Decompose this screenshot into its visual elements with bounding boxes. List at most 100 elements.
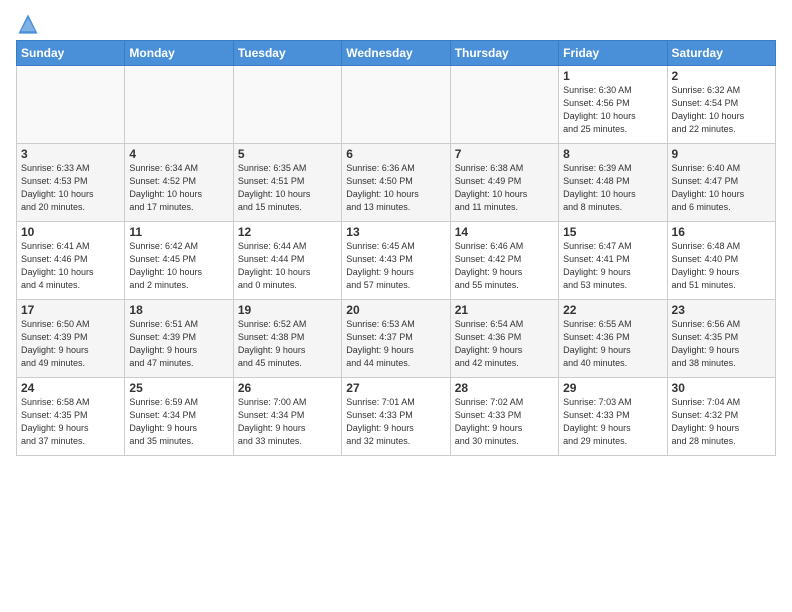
calendar-cell: 5Sunrise: 6:35 AM Sunset: 4:51 PM Daylig… bbox=[233, 144, 341, 222]
calendar-week-row: 3Sunrise: 6:33 AM Sunset: 4:53 PM Daylig… bbox=[17, 144, 776, 222]
calendar-cell: 21Sunrise: 6:54 AM Sunset: 4:36 PM Dayli… bbox=[450, 300, 558, 378]
day-number: 1 bbox=[563, 69, 662, 83]
day-info: Sunrise: 6:33 AM Sunset: 4:53 PM Dayligh… bbox=[21, 162, 120, 214]
day-info: Sunrise: 6:44 AM Sunset: 4:44 PM Dayligh… bbox=[238, 240, 337, 292]
calendar-cell: 23Sunrise: 6:56 AM Sunset: 4:35 PM Dayli… bbox=[667, 300, 775, 378]
day-number: 13 bbox=[346, 225, 445, 239]
day-number: 2 bbox=[672, 69, 771, 83]
calendar-cell: 7Sunrise: 6:38 AM Sunset: 4:49 PM Daylig… bbox=[450, 144, 558, 222]
day-info: Sunrise: 6:38 AM Sunset: 4:49 PM Dayligh… bbox=[455, 162, 554, 214]
calendar-cell bbox=[125, 66, 233, 144]
day-info: Sunrise: 6:35 AM Sunset: 4:51 PM Dayligh… bbox=[238, 162, 337, 214]
calendar-cell: 8Sunrise: 6:39 AM Sunset: 4:48 PM Daylig… bbox=[559, 144, 667, 222]
day-number: 7 bbox=[455, 147, 554, 161]
calendar-cell: 22Sunrise: 6:55 AM Sunset: 4:36 PM Dayli… bbox=[559, 300, 667, 378]
day-number: 22 bbox=[563, 303, 662, 317]
day-number: 17 bbox=[21, 303, 120, 317]
day-info: Sunrise: 6:50 AM Sunset: 4:39 PM Dayligh… bbox=[21, 318, 120, 370]
day-number: 20 bbox=[346, 303, 445, 317]
day-info: Sunrise: 6:45 AM Sunset: 4:43 PM Dayligh… bbox=[346, 240, 445, 292]
calendar-cell: 4Sunrise: 6:34 AM Sunset: 4:52 PM Daylig… bbox=[125, 144, 233, 222]
calendar-cell: 17Sunrise: 6:50 AM Sunset: 4:39 PM Dayli… bbox=[17, 300, 125, 378]
calendar-week-row: 17Sunrise: 6:50 AM Sunset: 4:39 PM Dayli… bbox=[17, 300, 776, 378]
day-number: 29 bbox=[563, 381, 662, 395]
calendar-cell: 10Sunrise: 6:41 AM Sunset: 4:46 PM Dayli… bbox=[17, 222, 125, 300]
calendar-cell: 19Sunrise: 6:52 AM Sunset: 4:38 PM Dayli… bbox=[233, 300, 341, 378]
calendar-cell bbox=[342, 66, 450, 144]
calendar-cell: 29Sunrise: 7:03 AM Sunset: 4:33 PM Dayli… bbox=[559, 378, 667, 456]
day-info: Sunrise: 6:30 AM Sunset: 4:56 PM Dayligh… bbox=[563, 84, 662, 136]
calendar-day-header: Monday bbox=[125, 41, 233, 66]
calendar-day-header: Friday bbox=[559, 41, 667, 66]
page-container: SundayMondayTuesdayWednesdayThursdayFrid… bbox=[0, 0, 792, 464]
header bbox=[16, 12, 776, 36]
day-info: Sunrise: 6:48 AM Sunset: 4:40 PM Dayligh… bbox=[672, 240, 771, 292]
day-info: Sunrise: 6:58 AM Sunset: 4:35 PM Dayligh… bbox=[21, 396, 120, 448]
day-info: Sunrise: 6:41 AM Sunset: 4:46 PM Dayligh… bbox=[21, 240, 120, 292]
day-number: 15 bbox=[563, 225, 662, 239]
day-number: 4 bbox=[129, 147, 228, 161]
calendar-header-row: SundayMondayTuesdayWednesdayThursdayFrid… bbox=[17, 41, 776, 66]
day-number: 10 bbox=[21, 225, 120, 239]
day-info: Sunrise: 6:56 AM Sunset: 4:35 PM Dayligh… bbox=[672, 318, 771, 370]
day-info: Sunrise: 6:36 AM Sunset: 4:50 PM Dayligh… bbox=[346, 162, 445, 214]
day-number: 16 bbox=[672, 225, 771, 239]
day-info: Sunrise: 6:40 AM Sunset: 4:47 PM Dayligh… bbox=[672, 162, 771, 214]
logo bbox=[16, 12, 44, 36]
calendar-cell: 18Sunrise: 6:51 AM Sunset: 4:39 PM Dayli… bbox=[125, 300, 233, 378]
calendar-cell: 6Sunrise: 6:36 AM Sunset: 4:50 PM Daylig… bbox=[342, 144, 450, 222]
calendar-cell: 14Sunrise: 6:46 AM Sunset: 4:42 PM Dayli… bbox=[450, 222, 558, 300]
calendar-cell: 24Sunrise: 6:58 AM Sunset: 4:35 PM Dayli… bbox=[17, 378, 125, 456]
calendar-day-header: Thursday bbox=[450, 41, 558, 66]
day-info: Sunrise: 6:47 AM Sunset: 4:41 PM Dayligh… bbox=[563, 240, 662, 292]
day-info: Sunrise: 6:54 AM Sunset: 4:36 PM Dayligh… bbox=[455, 318, 554, 370]
logo-icon bbox=[16, 12, 40, 36]
day-number: 30 bbox=[672, 381, 771, 395]
day-info: Sunrise: 7:04 AM Sunset: 4:32 PM Dayligh… bbox=[672, 396, 771, 448]
day-number: 21 bbox=[455, 303, 554, 317]
day-info: Sunrise: 6:39 AM Sunset: 4:48 PM Dayligh… bbox=[563, 162, 662, 214]
calendar-cell: 20Sunrise: 6:53 AM Sunset: 4:37 PM Dayli… bbox=[342, 300, 450, 378]
day-info: Sunrise: 7:00 AM Sunset: 4:34 PM Dayligh… bbox=[238, 396, 337, 448]
calendar-cell: 25Sunrise: 6:59 AM Sunset: 4:34 PM Dayli… bbox=[125, 378, 233, 456]
day-number: 23 bbox=[672, 303, 771, 317]
day-number: 9 bbox=[672, 147, 771, 161]
calendar-cell: 2Sunrise: 6:32 AM Sunset: 4:54 PM Daylig… bbox=[667, 66, 775, 144]
day-number: 18 bbox=[129, 303, 228, 317]
calendar-cell: 9Sunrise: 6:40 AM Sunset: 4:47 PM Daylig… bbox=[667, 144, 775, 222]
calendar-cell: 16Sunrise: 6:48 AM Sunset: 4:40 PM Dayli… bbox=[667, 222, 775, 300]
day-info: Sunrise: 6:55 AM Sunset: 4:36 PM Dayligh… bbox=[563, 318, 662, 370]
day-info: Sunrise: 6:46 AM Sunset: 4:42 PM Dayligh… bbox=[455, 240, 554, 292]
day-info: Sunrise: 6:32 AM Sunset: 4:54 PM Dayligh… bbox=[672, 84, 771, 136]
day-number: 14 bbox=[455, 225, 554, 239]
calendar-cell: 27Sunrise: 7:01 AM Sunset: 4:33 PM Dayli… bbox=[342, 378, 450, 456]
day-number: 11 bbox=[129, 225, 228, 239]
day-info: Sunrise: 7:03 AM Sunset: 4:33 PM Dayligh… bbox=[563, 396, 662, 448]
day-info: Sunrise: 6:51 AM Sunset: 4:39 PM Dayligh… bbox=[129, 318, 228, 370]
day-info: Sunrise: 7:02 AM Sunset: 4:33 PM Dayligh… bbox=[455, 396, 554, 448]
calendar-cell bbox=[450, 66, 558, 144]
calendar-day-header: Wednesday bbox=[342, 41, 450, 66]
day-info: Sunrise: 6:53 AM Sunset: 4:37 PM Dayligh… bbox=[346, 318, 445, 370]
calendar-day-header: Sunday bbox=[17, 41, 125, 66]
day-number: 12 bbox=[238, 225, 337, 239]
calendar-table: SundayMondayTuesdayWednesdayThursdayFrid… bbox=[16, 40, 776, 456]
day-number: 28 bbox=[455, 381, 554, 395]
calendar-cell: 28Sunrise: 7:02 AM Sunset: 4:33 PM Dayli… bbox=[450, 378, 558, 456]
day-info: Sunrise: 6:59 AM Sunset: 4:34 PM Dayligh… bbox=[129, 396, 228, 448]
calendar-week-row: 1Sunrise: 6:30 AM Sunset: 4:56 PM Daylig… bbox=[17, 66, 776, 144]
calendar-day-header: Saturday bbox=[667, 41, 775, 66]
day-number: 19 bbox=[238, 303, 337, 317]
day-info: Sunrise: 6:34 AM Sunset: 4:52 PM Dayligh… bbox=[129, 162, 228, 214]
calendar-day-header: Tuesday bbox=[233, 41, 341, 66]
day-number: 25 bbox=[129, 381, 228, 395]
calendar-cell: 26Sunrise: 7:00 AM Sunset: 4:34 PM Dayli… bbox=[233, 378, 341, 456]
day-number: 3 bbox=[21, 147, 120, 161]
day-number: 5 bbox=[238, 147, 337, 161]
day-number: 6 bbox=[346, 147, 445, 161]
calendar-cell: 11Sunrise: 6:42 AM Sunset: 4:45 PM Dayli… bbox=[125, 222, 233, 300]
calendar-cell: 13Sunrise: 6:45 AM Sunset: 4:43 PM Dayli… bbox=[342, 222, 450, 300]
calendar-cell bbox=[233, 66, 341, 144]
day-number: 8 bbox=[563, 147, 662, 161]
calendar-week-row: 10Sunrise: 6:41 AM Sunset: 4:46 PM Dayli… bbox=[17, 222, 776, 300]
